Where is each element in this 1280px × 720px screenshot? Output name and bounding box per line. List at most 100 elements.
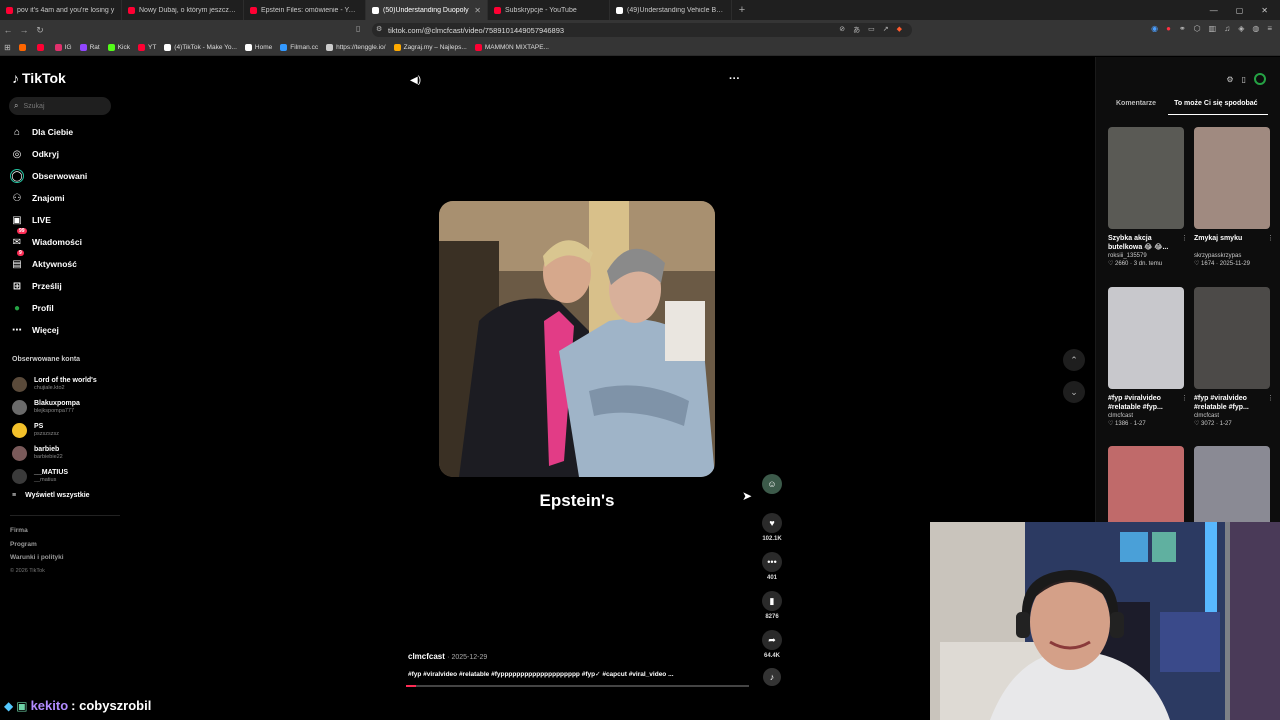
browser-tab[interactable]: (49)Understanding Vehicle Breakdo (610, 0, 732, 20)
close-window-icon[interactable]: ✕ (1261, 6, 1268, 15)
new-tab-button[interactable]: + (732, 4, 752, 16)
sidebar-icon[interactable]: ▥ (1209, 24, 1217, 33)
bookmark-item[interactable] (18, 44, 29, 51)
video-player[interactable] (439, 201, 715, 477)
bookmark-icon[interactable]: ▯ (356, 24, 360, 33)
bookmark-item[interactable] (36, 44, 47, 51)
cast-icon[interactable]: ▭ (868, 25, 875, 35)
recommended-video-card[interactable]: Zmykaj smyku skrzypasskrzypas ♡ 1674 · 202… (1194, 127, 1274, 269)
card-more-icon[interactable]: ⋮ (1267, 394, 1274, 402)
sidebar-item[interactable]: ◯ Obserwowani (10, 165, 120, 187)
share-action[interactable]: ➦ 64.4K (757, 630, 787, 669)
browser-tab[interactable]: Subskrypcje - YouTube (488, 0, 610, 20)
sidebar-item[interactable]: ⚇ Znajomi (10, 187, 120, 209)
browser-tab[interactable]: pov it's 4am and you're losing y (0, 0, 122, 20)
reload-icon[interactable]: ↻ (32, 25, 48, 36)
tiktok-logo[interactable]: ♪ TikTok (12, 70, 66, 86)
heart-icon[interactable]: ♥ (762, 513, 782, 533)
sidebar-item[interactable]: ✉ 99 Wiadomości (10, 228, 120, 253)
author-name[interactable]: clmcfcast (408, 652, 445, 661)
more-options-icon[interactable]: ··· (729, 73, 740, 85)
card-title[interactable]: #fyp #viralvideo #relatable #fyp... (1194, 394, 1270, 412)
share-arrow-icon[interactable]: ➦ (762, 630, 782, 650)
bookmark-item[interactable]: (4)TikTok - Make Yo... (164, 44, 237, 51)
browser-tab[interactable]: Epstein Files: omówienie - YouTub (244, 0, 366, 20)
profile-icon[interactable]: ◍ (1252, 24, 1259, 33)
footer-link-terms[interactable]: Warunki i polityki (10, 551, 64, 565)
next-video-button[interactable]: ⌄ (1063, 381, 1085, 403)
record-icon[interactable]: ● (1166, 24, 1171, 33)
sidebar-item[interactable]: ◎ Odkryj (10, 143, 120, 165)
sidebar-item[interactable]: ● Profil (10, 297, 120, 319)
sidebar-item[interactable]: ⋯ Więcej (10, 319, 120, 341)
sidebar-item[interactable]: ▣ LIVE (10, 209, 120, 231)
recommended-video-card[interactable]: Szybka akcja butelkowa 😂 😂... roksiii_135… (1108, 127, 1188, 269)
no-image-icon[interactable]: ⊘ (839, 25, 845, 35)
following-account[interactable]: Blakuxpompa blejkspompa777 (12, 396, 127, 419)
settings-icon[interactable]: ⚙ (1226, 75, 1233, 84)
back-icon[interactable]: ← (0, 25, 16, 35)
video-description[interactable]: #fyp #viralvideo #relatable #fyppppppppp… (408, 670, 728, 678)
comment-icon[interactable]: ••• (762, 552, 782, 572)
audio-icon[interactable]: ◉ (1151, 24, 1158, 33)
card-user[interactable]: clmcfcast (1108, 412, 1184, 420)
address-bar[interactable]: ⚙ tiktok.com/@clmcfcast/video/7589101449… (372, 23, 912, 37)
minimize-icon[interactable]: — (1210, 6, 1218, 15)
bookmark-item[interactable]: https://tenggle.io/ (326, 44, 386, 51)
following-account[interactable]: Lord of the world's chujiale.kto2 (12, 373, 127, 396)
sidebar-item[interactable]: ▤ 9 Aktywność (10, 250, 120, 275)
bookmark-item[interactable]: IG (54, 44, 72, 51)
author-avatar[interactable]: ☺ (762, 474, 782, 494)
wallet-icon[interactable]: ◈ (1238, 24, 1244, 33)
vpn-icon[interactable]: ⚭ (1179, 24, 1186, 33)
card-title[interactable]: #fyp #viralvideo #relatable #fyp... (1108, 394, 1184, 412)
tab-comments[interactable]: Komentarze (1116, 100, 1156, 107)
card-title[interactable]: Zmykaj smyku (1194, 234, 1270, 252)
following-account[interactable]: PS pszszszsz (12, 419, 127, 442)
footer-link-company[interactable]: Firma (10, 524, 64, 538)
video-author[interactable]: clmcfcast · 2025-12-29 (408, 652, 487, 661)
save-action[interactable]: ▮ 8276 (757, 591, 787, 630)
brave-shield-icon[interactable]: ◆ (897, 25, 902, 35)
browser-tab[interactable]: (50)Understanding Duopoly ✕ (366, 0, 488, 20)
card-more-icon[interactable]: ⋮ (1181, 394, 1188, 402)
extensions-icon[interactable]: ⬡ (1194, 24, 1201, 33)
sidebar-item[interactable]: ⌂ Dla Ciebie (10, 121, 120, 143)
video-thumbnail[interactable] (1108, 127, 1184, 229)
music-disc-icon[interactable]: ♪ (763, 668, 781, 686)
recommended-video-card[interactable]: #fyp #viralvideo #relatable #fyp... clmcf… (1194, 287, 1274, 429)
menu-icon[interactable]: ≡ (1267, 24, 1272, 33)
device-icon[interactable]: ▯ (1242, 75, 1246, 84)
previous-video-button[interactable]: ⌃ (1063, 349, 1085, 371)
footer-link-program[interactable]: Program (10, 538, 64, 552)
card-title[interactable]: Szybka akcja butelkowa 😂 😂... (1108, 234, 1184, 252)
sidebar-item[interactable]: ⊞ Prześlij (10, 275, 120, 297)
card-more-icon[interactable]: ⋮ (1267, 234, 1274, 242)
author-avatar-action[interactable]: ☺ (757, 474, 787, 513)
forward-icon[interactable]: → (16, 25, 32, 35)
browser-tab[interactable]: Nowy Dubaj, o którym jeszcze nie sł (122, 0, 244, 20)
bookmark-save-icon[interactable]: ▮ (762, 591, 782, 611)
like-action[interactable]: ♥ 102.1K (757, 513, 787, 552)
bookmark-item[interactable]: Filman.cc (280, 44, 318, 51)
translate-icon[interactable]: あ (853, 25, 860, 35)
bookmark-item[interactable]: MAMM0N MIXTAPE... (474, 44, 549, 51)
share-icon[interactable]: ↗ (883, 25, 889, 35)
following-account[interactable]: __MATIUS __matius (12, 465, 127, 488)
card-user[interactable]: roksiii_135579 (1108, 252, 1184, 260)
card-user[interactable]: clmcfcast (1194, 412, 1270, 420)
card-user[interactable]: skrzypasskrzypas (1194, 252, 1270, 260)
video-thumbnail[interactable] (1108, 287, 1184, 389)
video-progress-bar[interactable] (406, 685, 749, 687)
bookmark-item[interactable]: Kick (107, 44, 130, 51)
comment-action[interactable]: ••• 401 (757, 552, 787, 591)
show-all-button[interactable]: ≡ Wyświetl wszystkie (12, 492, 90, 499)
card-more-icon[interactable]: ⋮ (1181, 234, 1188, 242)
tab-recommended[interactable]: To może Ci się spodobać (1174, 100, 1258, 107)
site-info-icon[interactable]: ⚙ (376, 25, 382, 33)
bookmark-item[interactable]: Rat (79, 44, 100, 51)
video-thumbnail[interactable] (1194, 287, 1270, 389)
user-avatar[interactable] (1254, 73, 1266, 85)
close-tab-icon[interactable]: ✕ (474, 6, 481, 15)
music-icon[interactable]: ♫ (1224, 24, 1230, 33)
